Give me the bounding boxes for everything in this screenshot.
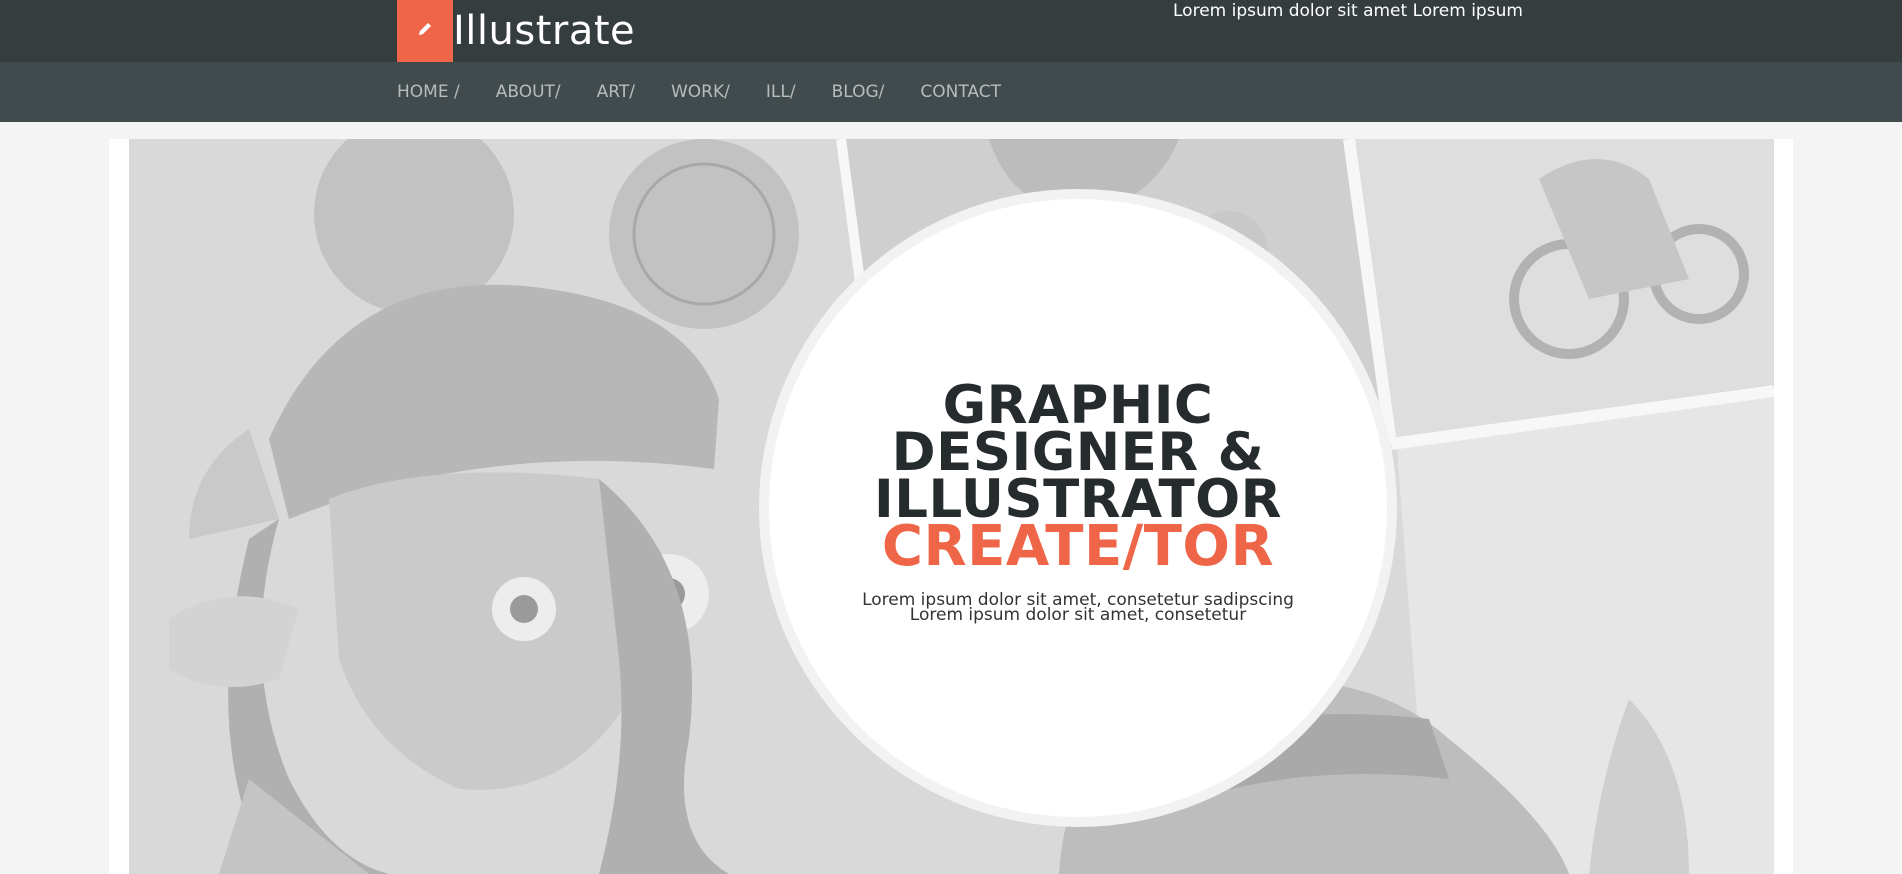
nav-item-home[interactable]: HOME / (397, 82, 460, 102)
hero-banner: GRAPHIC DESIGNER & ILLUSTRATOR CREATE/TO… (129, 139, 1774, 874)
main-nav: HOME / ABOUT/ ART/ WORK/ ILL/ BLOG/ CONT… (0, 62, 1902, 122)
headline-accent: CREATE/TOR (881, 514, 1275, 579)
hero-headline: GRAPHIC DESIGNER & ILLUSTRATOR CREATE/TO… (759, 379, 1397, 579)
nav-item-ill[interactable]: ILL/ (766, 82, 796, 102)
nav-item-work[interactable]: WORK/ (671, 82, 730, 102)
nav-item-about[interactable]: ABOUT/ (496, 82, 561, 102)
nav-item-art[interactable]: ART/ (597, 82, 635, 102)
top-header-bar: Illustrate Lorem ipsum dolor sit amet Lo… (0, 0, 1902, 62)
header-tagline: Lorem ipsum dolor sit amet Lorem ipsum (1173, 1, 1523, 21)
pencil-icon (416, 20, 434, 42)
logo-badge[interactable] (397, 0, 453, 62)
nav-item-contact[interactable]: CONTACT (920, 82, 1001, 102)
subtext-line-2: Lorem ipsum dolor sit amet, consetetur (909, 605, 1247, 625)
site-title[interactable]: Illustrate (453, 8, 635, 54)
hero-subtext: Lorem ipsum dolor sit amet, consetetur s… (759, 592, 1397, 625)
nav-item-blog[interactable]: BLOG/ (832, 82, 885, 102)
